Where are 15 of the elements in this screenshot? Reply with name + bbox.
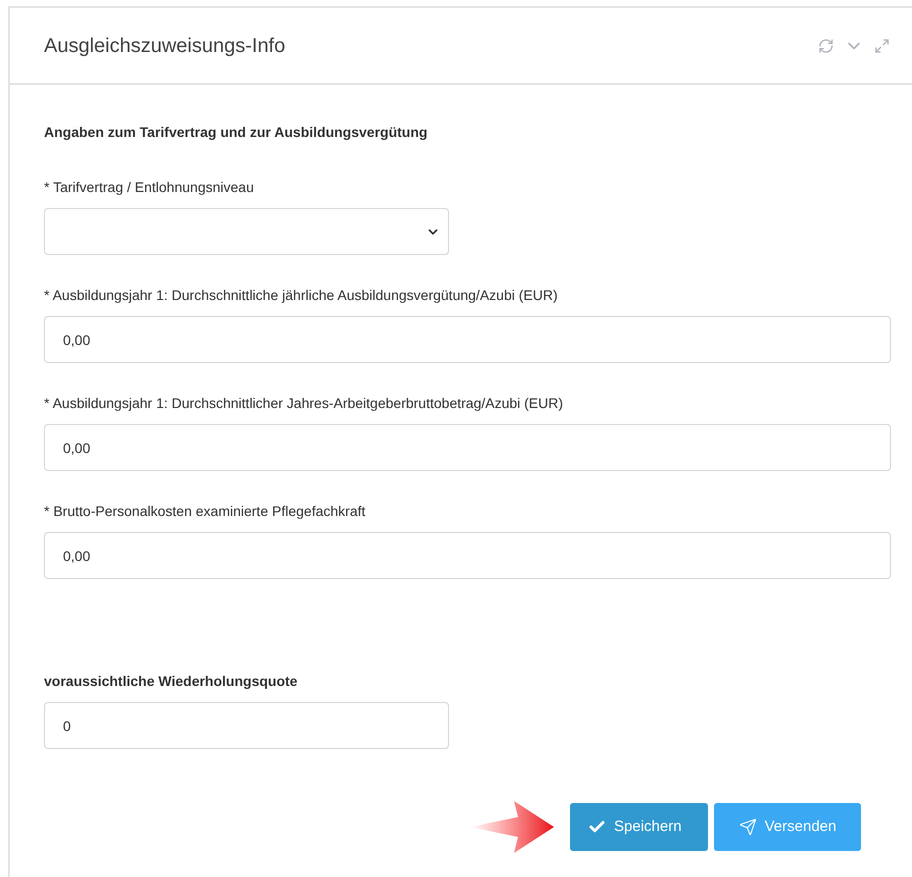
field-label: * Tarifvertrag / Entlohnungsniveau [44,178,255,197]
section-heading: Angaben zum Tarifvertrag und zur Ausbildungsvergütung [44,123,428,142]
input-field[interactable]: 0,00 [44,424,891,471]
input-field[interactable]: 0 [44,702,449,749]
input-field[interactable]: 0,00 [44,316,891,363]
panel-title: Ausgleichszuweisungs-Info [44,34,286,58]
input-field[interactable]: 0,00 [44,532,891,579]
expand-icon[interactable] [874,38,890,54]
paper-plane-icon [738,818,757,836]
refresh-icon[interactable] [818,38,834,54]
field-label: * Ausbildungsjahr 1: Durchschnittliche jährliche Ausbildungsvergütung/Azubi (EUR) [44,286,559,305]
select-field[interactable] [44,208,449,255]
field-label: * Ausbildungsjahr 1: Durchschnittlicher Jahres-Arbeitgeberbruttobetrag/Azubi (EUR) [44,394,564,413]
field-label: voraussichtliche Wiederholungsquote [44,672,298,691]
field-label: * Brutto-Personalkosten examinierte Pflegefachkraft [44,502,366,521]
